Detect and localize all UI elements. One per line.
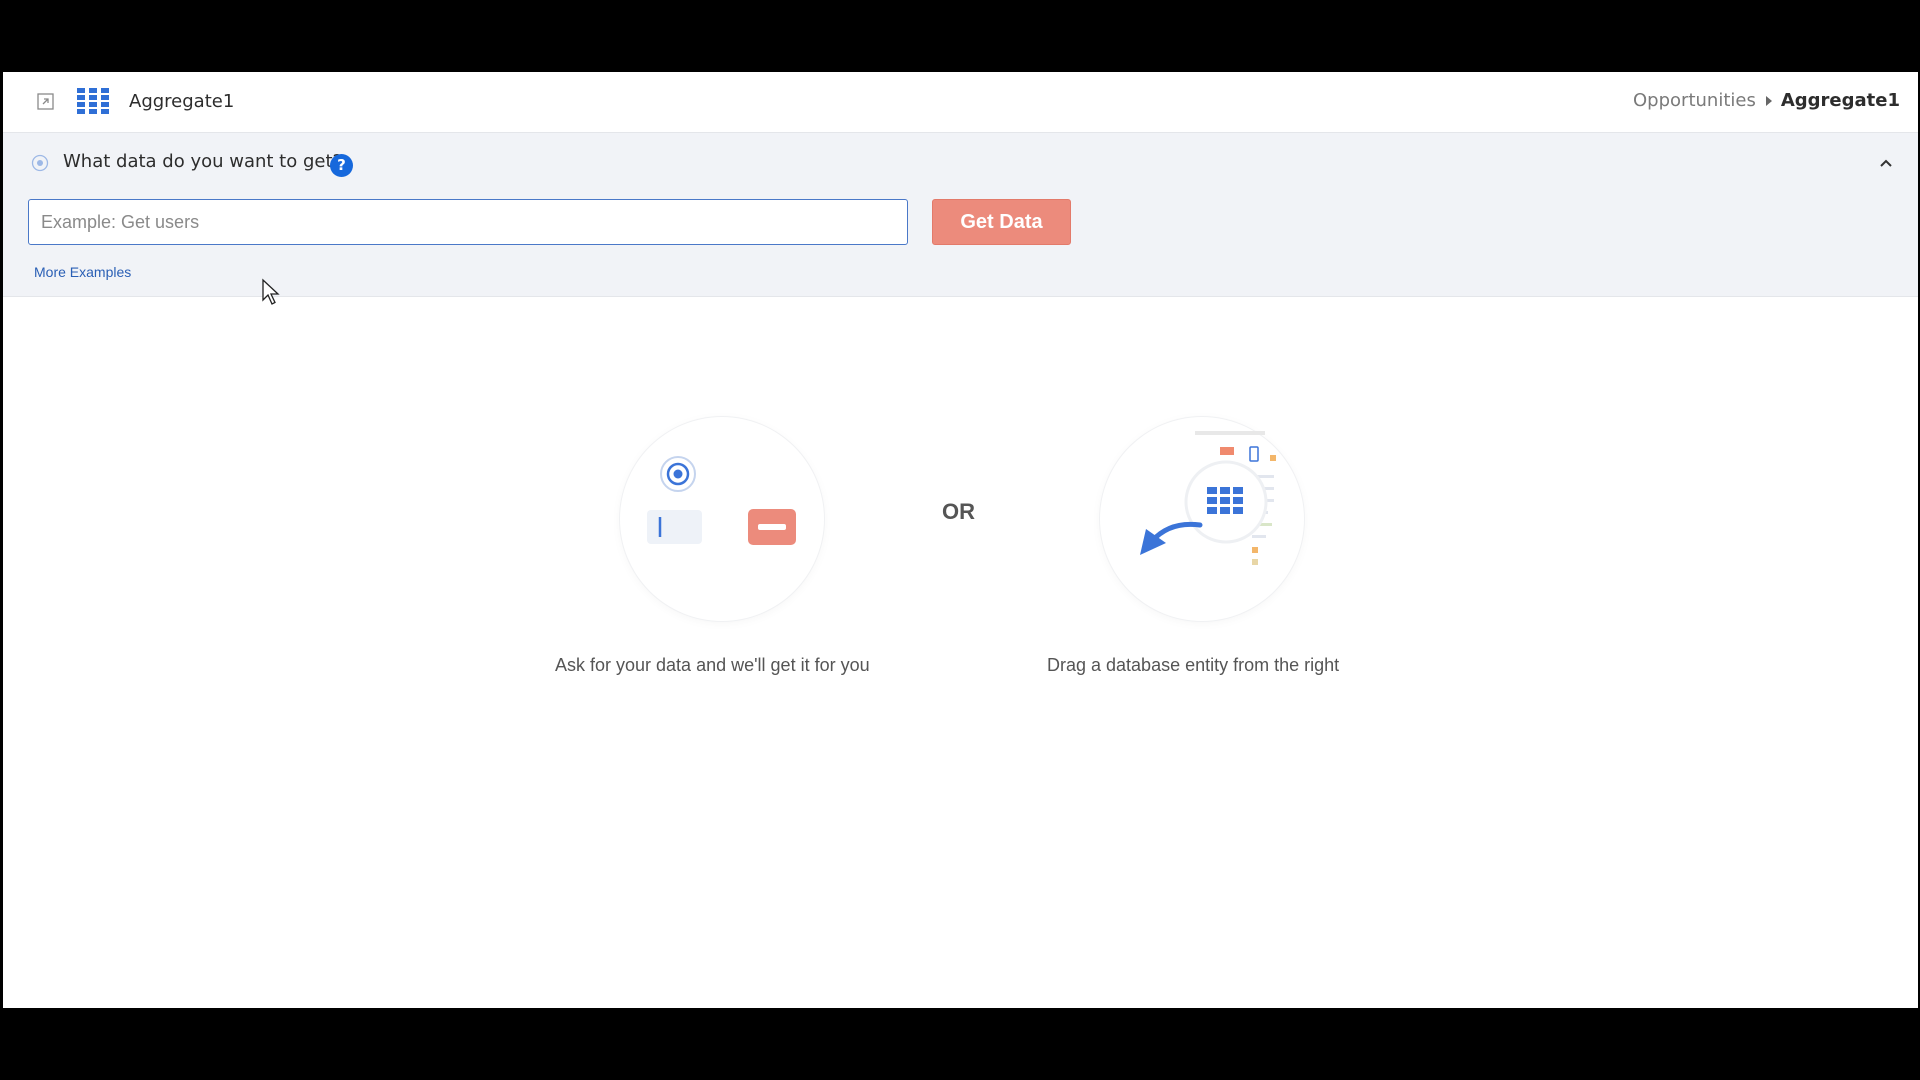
- query-panel-header[interactable]: What data do you want to get? ?: [3, 133, 1918, 193]
- letterbox-top: [0, 0, 1920, 72]
- breadcrumb-separator-icon: [1765, 95, 1772, 106]
- ask-data-icon: [647, 456, 796, 545]
- breadcrumb: Opportunities Aggregate1: [1633, 90, 1900, 111]
- ask-data-caption: Ask for your data and we'll get it for y…: [555, 655, 870, 675]
- database-entity-icon: [1140, 431, 1276, 565]
- page-title: Aggregate1: [129, 91, 235, 112]
- header-bar: Aggregate1 Opportunities Aggregate1: [3, 72, 1918, 133]
- letterbox-bottom: [0, 1008, 1920, 1080]
- drag-entity-illustration: [1100, 417, 1304, 621]
- breadcrumb-current: Aggregate1: [1780, 90, 1900, 111]
- help-icon[interactable]: ?: [330, 154, 353, 177]
- ask-data-illustration: [620, 417, 824, 621]
- query-panel: What data do you want to get? ? Get Data…: [3, 133, 1918, 305]
- target-icon: [31, 154, 49, 172]
- query-label: What data do you want to get?: [63, 151, 343, 172]
- more-examples-link[interactable]: More Examples: [34, 264, 131, 280]
- grid-icon: [77, 88, 109, 114]
- or-separator: OR: [942, 499, 975, 524]
- mouse-cursor-icon: [262, 278, 280, 305]
- drag-entity-caption: Drag a database entity from the right: [1047, 655, 1340, 675]
- app-window: Aggregate1 Opportunities Aggregate1 What…: [3, 72, 1918, 1008]
- expand-icon[interactable]: [37, 93, 54, 110]
- chevron-up-icon[interactable]: [1878, 155, 1894, 171]
- get-data-button[interactable]: Get Data: [932, 199, 1071, 245]
- query-input[interactable]: [28, 199, 908, 245]
- breadcrumb-parent[interactable]: Opportunities: [1633, 90, 1756, 111]
